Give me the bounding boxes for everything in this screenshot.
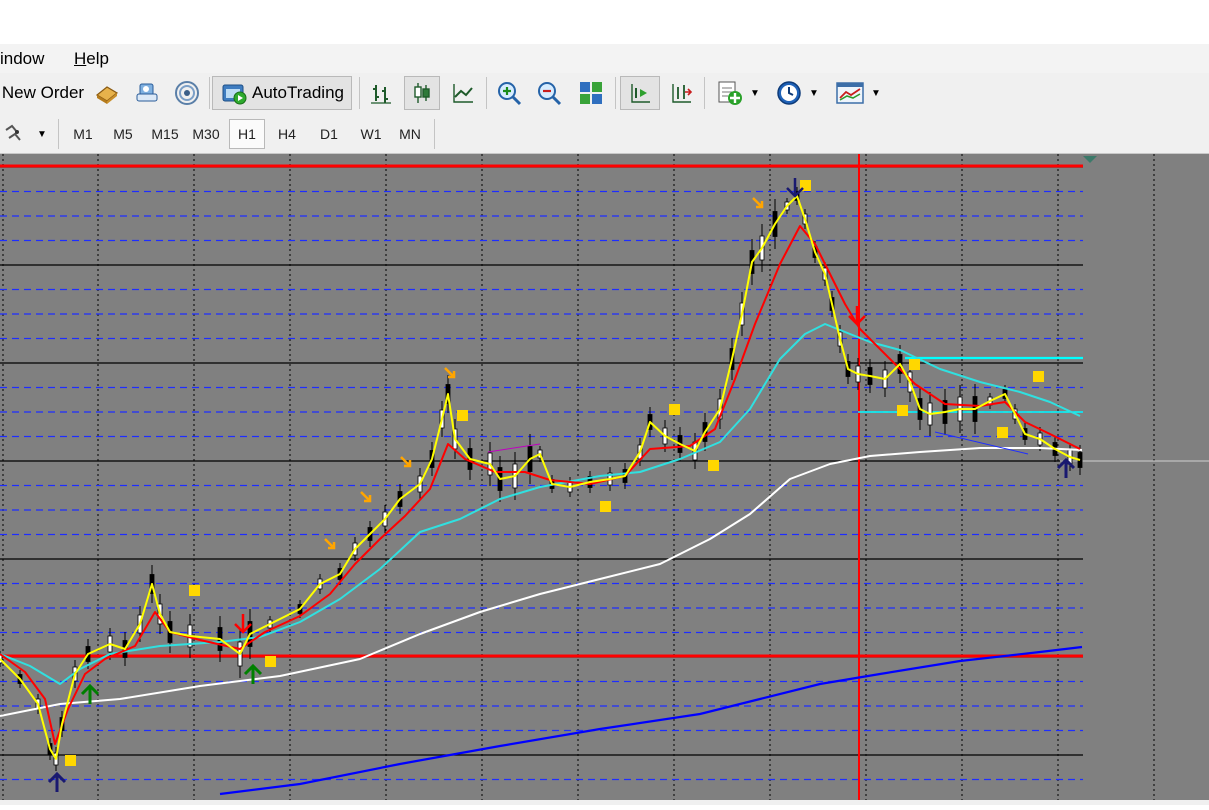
indicators-icon bbox=[718, 81, 743, 105]
new-order-button[interactable]: New Order bbox=[0, 76, 86, 110]
window-top-blank bbox=[0, 0, 1209, 44]
chevron-down-icon: ▼ bbox=[809, 87, 819, 99]
autoscroll-button[interactable] bbox=[664, 76, 698, 110]
toolbar-separator bbox=[615, 77, 616, 109]
signal-square-marker bbox=[457, 410, 468, 421]
signals-button[interactable] bbox=[170, 76, 204, 110]
chevron-down-icon: ▼ bbox=[37, 128, 47, 140]
bar-chart-icon bbox=[371, 85, 391, 104]
chart-window[interactable] bbox=[0, 154, 1209, 805]
toolbar-separator bbox=[209, 77, 210, 109]
market-watch-icon bbox=[95, 86, 119, 104]
periodicity-button[interactable]: ▼ bbox=[770, 76, 824, 110]
zoom-out-button[interactable] bbox=[532, 76, 566, 110]
market-watch-button[interactable] bbox=[90, 76, 124, 110]
autotrading-label: AutoTrading bbox=[252, 83, 344, 102]
indicators-button[interactable]: ▼ bbox=[710, 76, 766, 110]
chart-shift-icon bbox=[631, 84, 650, 103]
signal-square-marker bbox=[600, 501, 611, 512]
line-studies-icon bbox=[5, 124, 21, 141]
chart-bottom-strip bbox=[0, 800, 1209, 805]
candlestick-icon bbox=[414, 83, 430, 103]
data-window-icon bbox=[136, 83, 158, 102]
timeframe-m30[interactable]: M30 bbox=[188, 119, 224, 149]
autotrading-button[interactable]: AutoTrading bbox=[212, 76, 352, 110]
candlestick-button[interactable] bbox=[404, 76, 440, 110]
menu-window[interactable]: indow bbox=[0, 49, 44, 69]
new-order-label: New Order bbox=[1, 83, 85, 102]
menu-bar: indow Help bbox=[0, 44, 1209, 74]
signal-square-marker bbox=[265, 656, 276, 667]
menu-help[interactable]: Help bbox=[74, 49, 109, 69]
signal-square-marker bbox=[909, 359, 920, 370]
signals-icon bbox=[175, 81, 199, 105]
periodicity-icon bbox=[777, 81, 801, 105]
tile-windows-icon bbox=[580, 82, 602, 104]
menu-help-mnemonic: H bbox=[74, 49, 87, 68]
signal-square-marker bbox=[1033, 371, 1044, 382]
signal-square-marker bbox=[669, 404, 680, 415]
signal-square-marker bbox=[189, 585, 200, 596]
timeframe-mn[interactable]: MN bbox=[392, 119, 428, 149]
timeframe-m1[interactable]: M1 bbox=[65, 119, 101, 149]
signal-square-marker bbox=[65, 755, 76, 766]
line-chart-icon bbox=[453, 84, 473, 103]
chevron-down-icon: ▼ bbox=[871, 87, 881, 99]
autotrading-icon bbox=[222, 84, 247, 105]
autoscroll-icon bbox=[672, 84, 693, 103]
timeframe-h1[interactable]: H1 bbox=[229, 119, 265, 149]
timeframe-h4[interactable]: H4 bbox=[269, 119, 305, 149]
zoom-in-button[interactable] bbox=[492, 76, 526, 110]
toolbar-separator bbox=[704, 77, 705, 109]
standard-toolbar: New Order AutoTrading ▼ ▼ ▼ bbox=[0, 73, 1209, 115]
chart-shift-button[interactable] bbox=[620, 76, 660, 110]
tile-windows-button[interactable] bbox=[574, 76, 608, 110]
timeframe-d1[interactable]: D1 bbox=[311, 119, 347, 149]
toolbar-separator bbox=[486, 77, 487, 109]
timeframe-w1[interactable]: W1 bbox=[353, 119, 389, 149]
templates-button[interactable]: ▼ bbox=[830, 76, 886, 110]
timeframe-m15[interactable]: M15 bbox=[147, 119, 183, 149]
toolbar-separator bbox=[359, 77, 360, 109]
bar-chart-button[interactable] bbox=[364, 76, 398, 110]
line-studies-button[interactable]: ▼ bbox=[0, 117, 50, 151]
toolbar-separator bbox=[434, 119, 435, 149]
signal-square-marker bbox=[897, 405, 908, 416]
toolbar-separator bbox=[58, 119, 59, 149]
chevron-down-icon: ▼ bbox=[750, 87, 760, 99]
zoom-in-icon bbox=[498, 82, 522, 106]
menu-help-rest: elp bbox=[86, 49, 109, 68]
data-window-button[interactable] bbox=[130, 76, 164, 110]
zoom-out-icon bbox=[538, 82, 562, 106]
price-chart[interactable] bbox=[0, 154, 1209, 805]
timeframe-m5[interactable]: M5 bbox=[105, 119, 141, 149]
templates-icon bbox=[836, 82, 864, 104]
signal-square-marker bbox=[997, 427, 1008, 438]
line-chart-button[interactable] bbox=[446, 76, 480, 110]
signal-square-marker bbox=[708, 460, 719, 471]
